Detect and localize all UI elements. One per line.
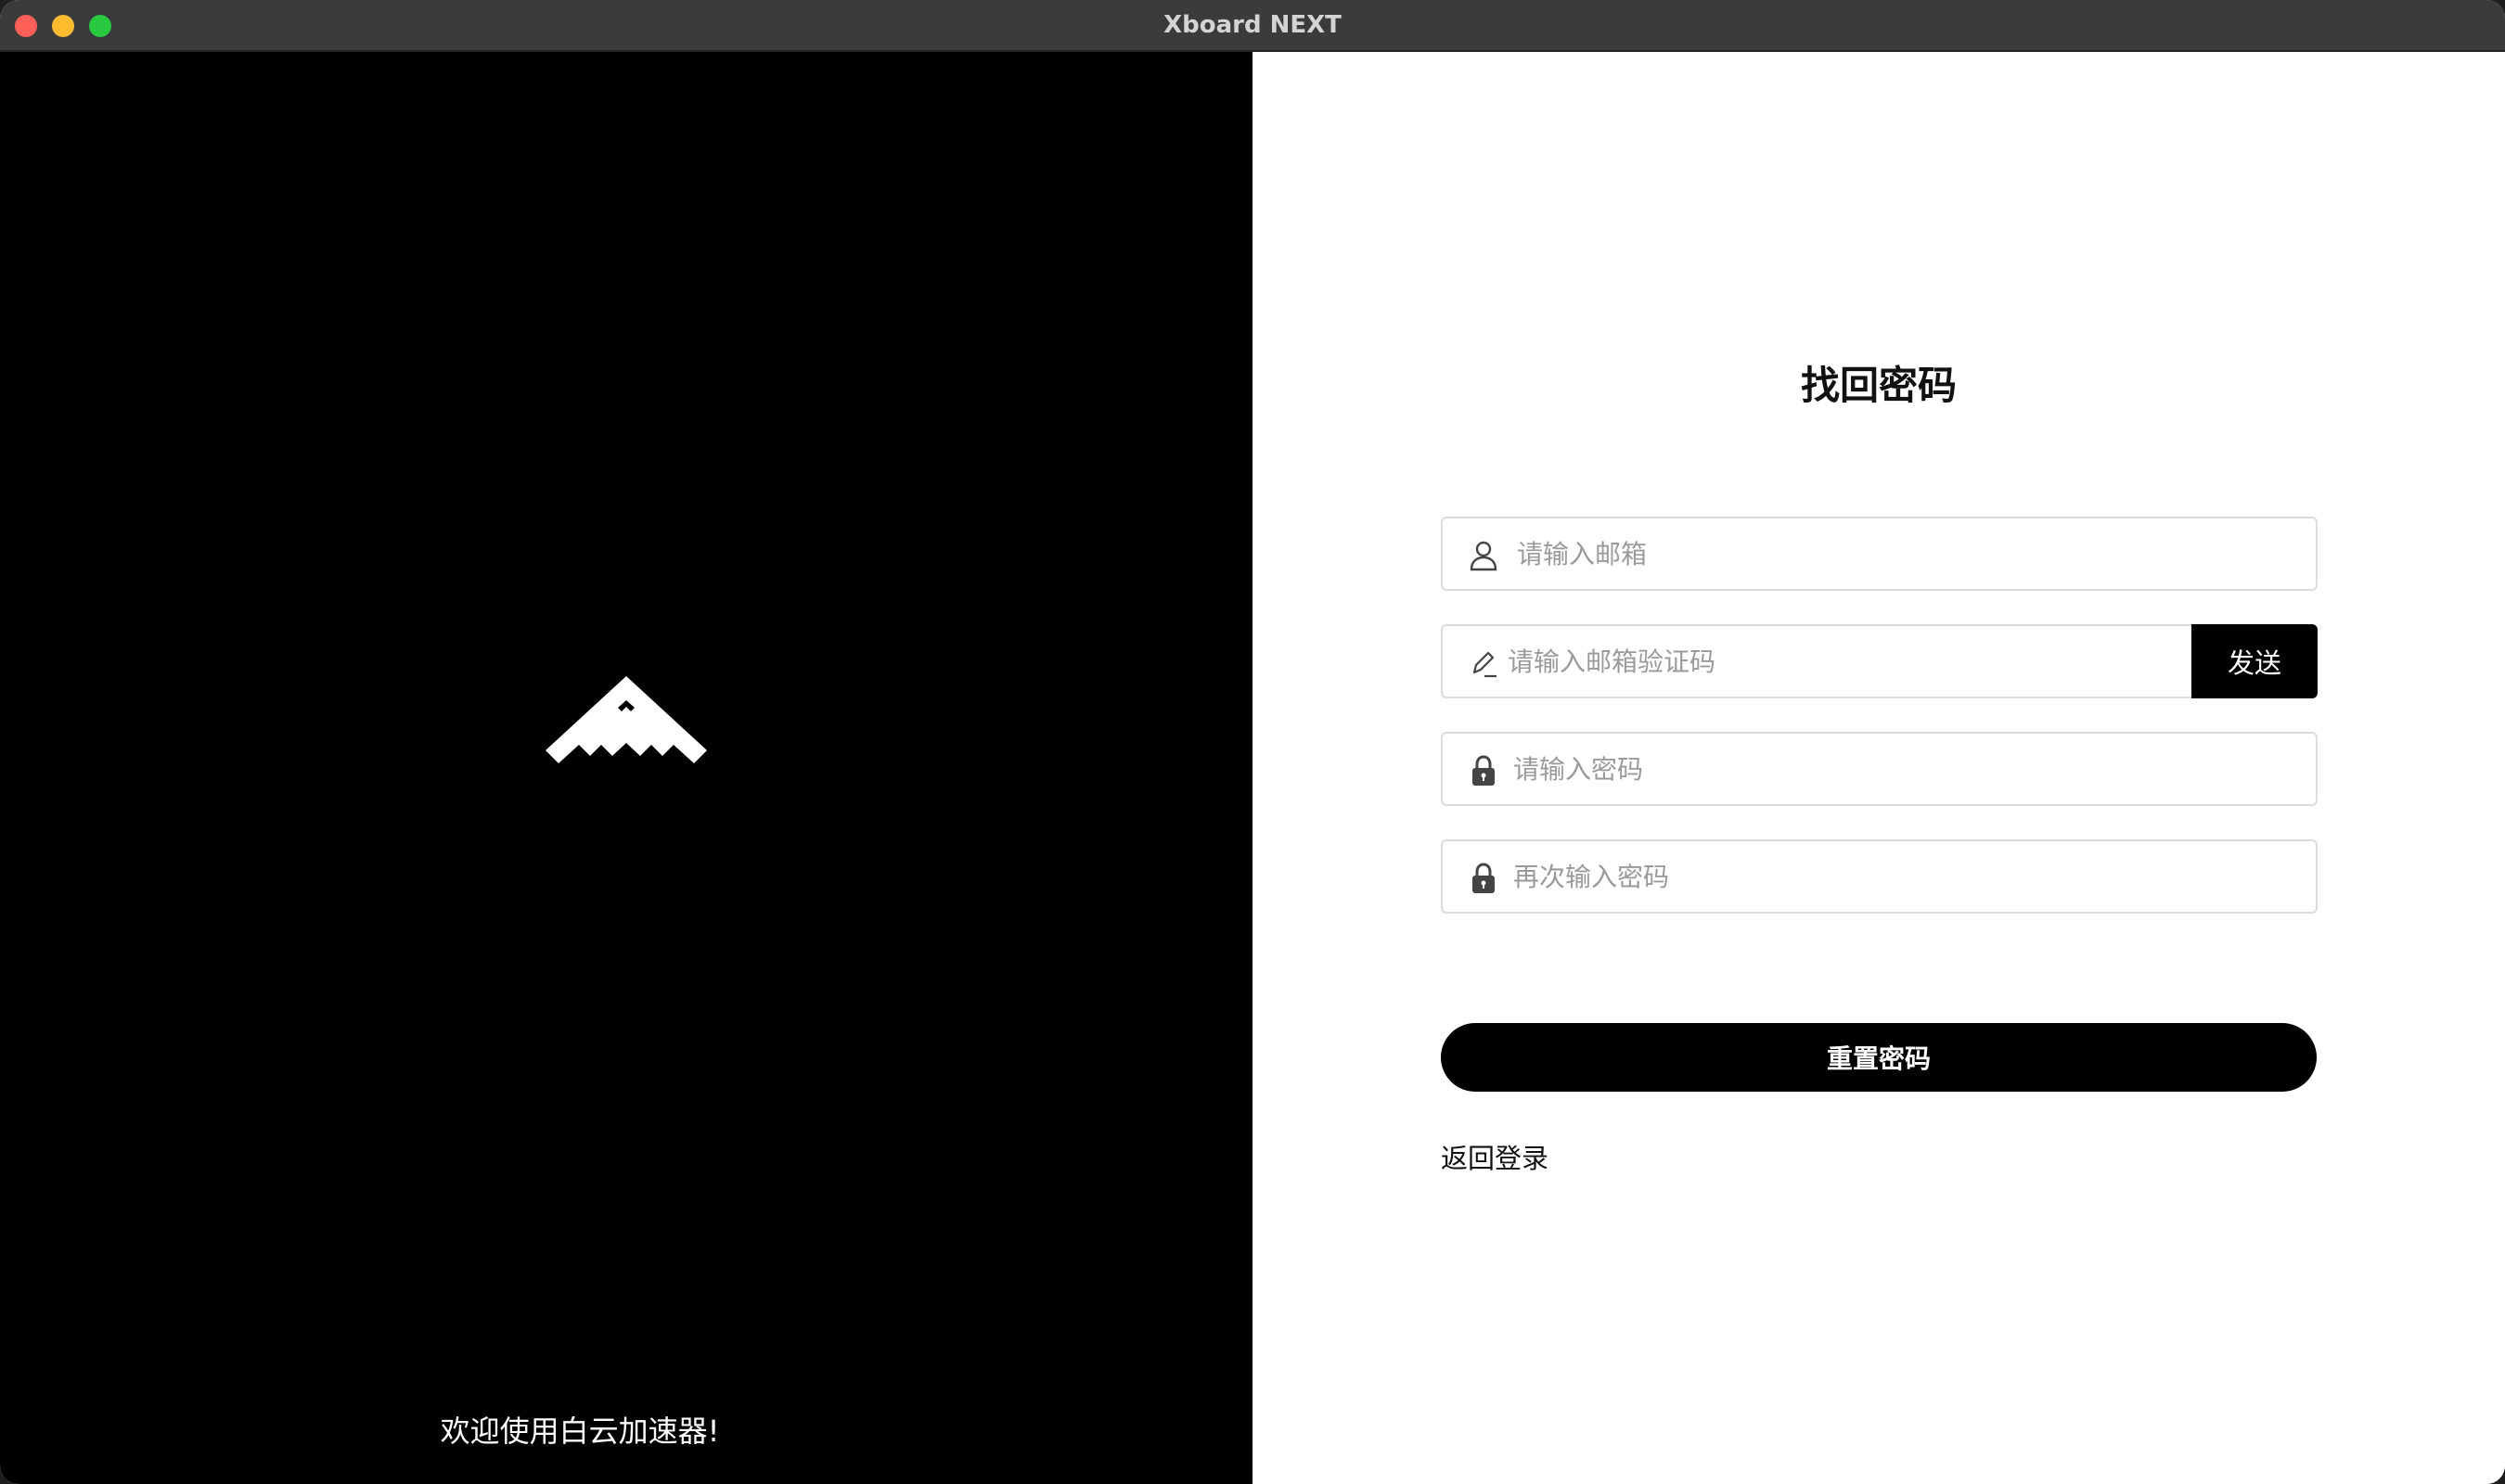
lock-icon xyxy=(1472,863,1495,893)
stealth-bomber-logo-icon xyxy=(546,676,707,763)
user-icon xyxy=(1470,541,1497,571)
verification-code-input[interactable] xyxy=(1508,626,2177,697)
password-field[interactable] xyxy=(1441,732,2318,806)
app-window: Xboard NEXT 欢迎使用白云加速器! 找回密码 发送 xyxy=(0,0,2505,1484)
title-bar: Xboard NEXT xyxy=(0,0,2505,52)
email-input[interactable] xyxy=(1517,518,2297,589)
send-code-button[interactable]: 发送 xyxy=(2191,624,2318,698)
back-to-login-link[interactable]: 返回登录 xyxy=(1441,1137,1548,1176)
confirm-password-input[interactable] xyxy=(1513,841,2297,912)
lock-icon xyxy=(1472,755,1495,786)
window-title: Xboard NEXT xyxy=(1163,11,1342,39)
reset-password-button[interactable]: 重置密码 xyxy=(1441,1023,2317,1092)
page-title: 找回密码 xyxy=(1800,363,1957,408)
verification-code-field[interactable]: 发送 xyxy=(1441,624,2318,698)
reset-password-panel: 找回密码 发送 xyxy=(1252,52,2505,1484)
welcome-message: 欢迎使用白云加速器! xyxy=(440,1414,720,1449)
brand-panel: 欢迎使用白云加速器! xyxy=(0,52,1252,1484)
pencil-icon xyxy=(1472,651,1497,678)
confirm-password-field[interactable] xyxy=(1441,839,2318,914)
email-field[interactable] xyxy=(1441,517,2318,591)
password-input[interactable] xyxy=(1513,734,2297,804)
